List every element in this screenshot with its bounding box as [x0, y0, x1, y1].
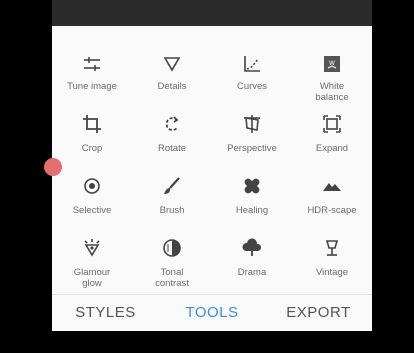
tool-label: Crop — [81, 143, 103, 154]
tonal-contrast-icon — [160, 236, 184, 260]
tool-rotate[interactable]: Rotate — [132, 112, 212, 174]
tool-label: Tonal contrast — [155, 267, 189, 289]
drawer-handle[interactable] — [44, 158, 62, 176]
tool-label: Tune image — [67, 81, 117, 92]
tool-healing[interactable]: Healing — [212, 174, 292, 236]
tool-glamour-glow[interactable]: Glamour glow — [52, 236, 132, 298]
tool-tonal-contrast[interactable]: Tonal contrast — [132, 236, 212, 298]
rotate-icon — [160, 112, 184, 136]
curves-icon — [240, 52, 264, 76]
tool-selective[interactable]: Selective — [52, 174, 132, 236]
tool-white-balance[interactable]: W White balance — [292, 26, 372, 103]
tool-label: Details — [157, 81, 187, 92]
tool-expand[interactable]: Expand — [292, 112, 372, 174]
tool-label: Vintage — [315, 267, 349, 278]
triangle-icon — [160, 52, 184, 76]
bandage-icon — [240, 174, 264, 198]
expand-icon — [320, 112, 344, 136]
cloud-icon — [240, 236, 264, 260]
tab-export[interactable]: EXPORT — [265, 295, 372, 331]
tool-label: White balance — [315, 81, 349, 103]
tool-label: Brush — [159, 205, 185, 216]
tool-label: Healing — [235, 205, 269, 216]
perspective-icon — [240, 112, 264, 136]
tool-tune-image[interactable]: Tune image — [52, 26, 132, 92]
selective-icon — [80, 174, 104, 198]
tab-tools[interactable]: TOOLS — [159, 295, 265, 331]
tool-drama[interactable]: Drama — [212, 236, 292, 298]
tools-grid: Tune image Details Curves W White balanc… — [52, 26, 372, 294]
vintage-lamp-icon — [320, 236, 344, 260]
tool-perspective[interactable]: Perspective — [212, 112, 292, 174]
tool-label: Rotate — [158, 143, 186, 154]
tool-brush[interactable]: Brush — [132, 174, 212, 236]
brush-icon — [160, 174, 184, 198]
tool-details[interactable]: Details — [132, 26, 212, 92]
tool-label: Glamour glow — [73, 267, 111, 289]
tune-icon — [80, 52, 104, 76]
bottom-tab-bar: STYLES TOOLS EXPORT — [52, 294, 372, 331]
tool-label: Selective — [72, 205, 112, 216]
tool-crop[interactable]: Crop — [52, 112, 132, 174]
tool-label: Drama — [237, 267, 267, 278]
tool-label: Perspective — [227, 143, 277, 154]
tool-hdr-scape[interactable]: HDR-scape — [292, 174, 372, 236]
tool-vintage[interactable]: Vintage — [292, 236, 372, 298]
tool-label: Expand — [315, 143, 349, 154]
tools-panel: Tune image Details Curves W White balanc… — [52, 26, 372, 331]
white-balance-icon: W — [320, 52, 344, 76]
glamour-icon — [80, 236, 104, 260]
tool-label: HDR-scape — [307, 205, 357, 216]
status-bar — [52, 0, 372, 26]
tool-label: Curves — [236, 81, 268, 92]
tab-styles[interactable]: STYLES — [52, 295, 159, 331]
crop-icon — [80, 112, 104, 136]
tool-curves[interactable]: Curves — [212, 26, 292, 92]
mountain-icon — [320, 174, 344, 198]
